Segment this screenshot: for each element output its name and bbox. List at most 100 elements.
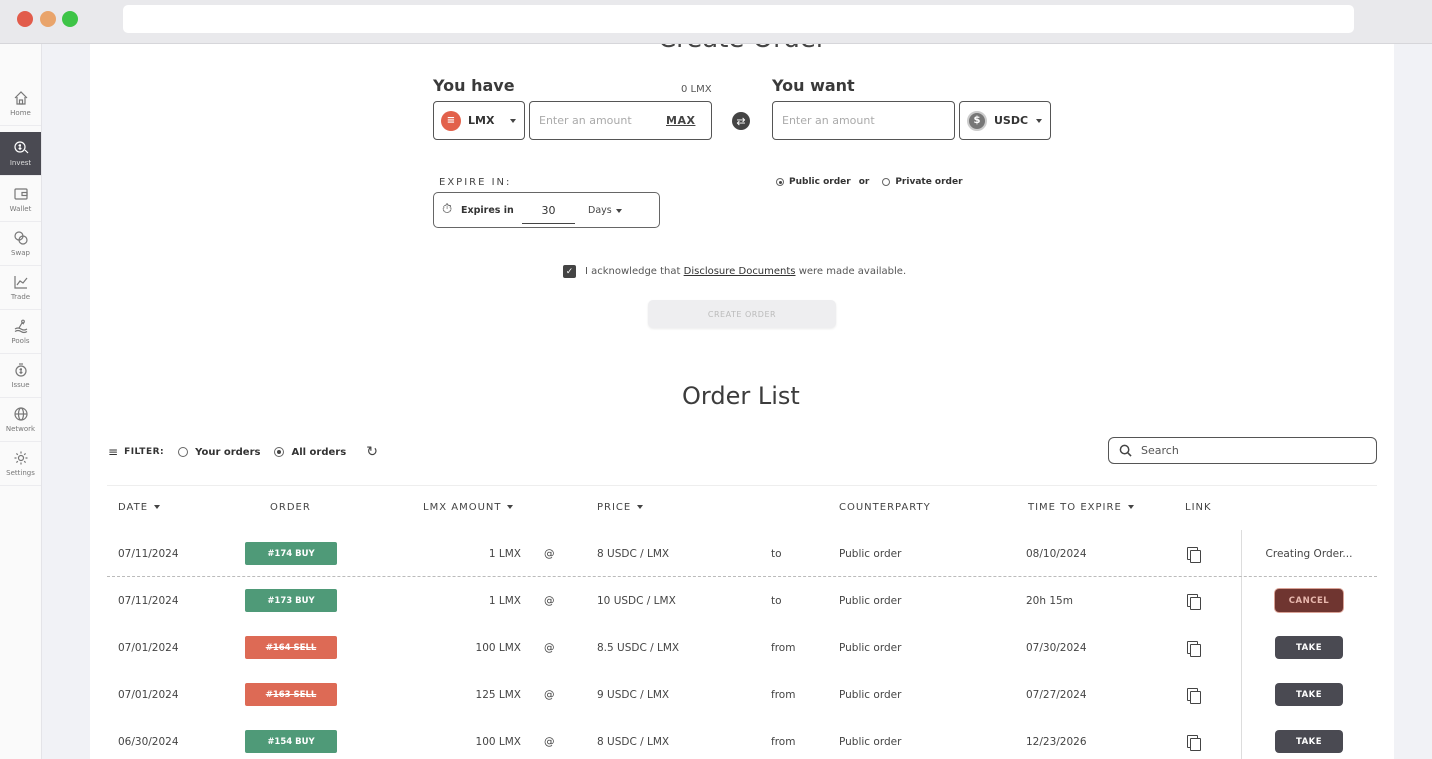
search-placeholder: Search (1141, 444, 1179, 457)
row-time-to-expire: 07/30/2024 (1026, 641, 1087, 654)
all-orders-radio[interactable] (274, 447, 285, 457)
row-order-cell: #174 BUY (245, 530, 337, 577)
search-icon (1119, 444, 1132, 457)
want-token-select[interactable]: $ USDC (959, 101, 1051, 140)
row-link-cell (1187, 577, 1201, 624)
row-link-cell (1187, 718, 1201, 759)
table-row: 07/01/2024 #164 SELL 100 LMX @8.5 USDC / LM… (107, 624, 1377, 671)
globe-icon (13, 407, 28, 421)
sidebar-item-issue[interactable]: Issue (0, 354, 41, 398)
column-header-order: ORDER (270, 502, 311, 513)
disclosure-documents-link[interactable]: Disclosure Documents (684, 266, 796, 277)
your-orders-radio[interactable] (178, 447, 189, 457)
order-badge[interactable]: #163 SELL (245, 683, 337, 706)
address-bar[interactable] (123, 5, 1354, 33)
row-amount: 1 LMX (488, 547, 521, 560)
cancel-button[interactable]: CANCEL (1275, 589, 1343, 612)
pools-icon (14, 319, 27, 334)
acknowledge-checkbox[interactable]: ✓ (563, 265, 576, 278)
order-badge[interactable]: #154 BUY (245, 730, 337, 753)
column-header-price[interactable]: PRICE (597, 502, 644, 513)
sidebar-item-wallet[interactable]: Wallet (0, 178, 41, 222)
swap-direction-button[interactable]: ⇄ (732, 112, 750, 130)
private-order-radio[interactable] (882, 178, 891, 186)
window-close-button[interactable] (17, 11, 33, 27)
all-orders-label: All orders (291, 446, 347, 458)
sidebar-item-label: Settings (6, 469, 35, 477)
sidebar-item-invest[interactable]: Invest (0, 132, 41, 176)
sidebar-item-pools[interactable]: Pools (0, 310, 41, 354)
window-minimize-button[interactable] (40, 11, 56, 27)
row-link-cell (1187, 671, 1201, 718)
order-visibility-group: Public order or Private order (776, 177, 963, 187)
balance-text: 0 LMX (681, 84, 712, 95)
row-order-cell: #154 BUY (245, 718, 337, 759)
chevron-down-icon (1036, 118, 1043, 123)
copy-icon[interactable] (1187, 640, 1201, 657)
refresh-icon[interactable]: ↻ (366, 444, 378, 460)
gear-icon (14, 451, 27, 465)
have-amount-input[interactable]: Enter an amount MAX (529, 101, 712, 140)
have-token-label: LMX (468, 114, 495, 127)
take-button[interactable]: TAKE (1275, 730, 1343, 753)
expires-unit-select[interactable]: Days (588, 205, 612, 216)
row-price: 8.5 USDC / LMX (597, 641, 680, 654)
sidebar-item-label: Wallet (9, 205, 32, 213)
column-header-expire[interactable]: TIME TO EXPIRE (1028, 502, 1134, 513)
row-action-cell: TAKE (1241, 671, 1377, 718)
you-want-label: You want (772, 76, 855, 95)
column-header-link: LINK (1185, 502, 1212, 513)
search-input[interactable]: Search (1108, 437, 1377, 464)
row-link-cell (1187, 624, 1201, 671)
row-amount: 1 LMX (488, 594, 521, 607)
usdc-token-icon: $ (967, 110, 987, 131)
row-price: 9 USDC / LMX (597, 688, 670, 701)
have-token-select[interactable]: ≡ LMX (433, 101, 525, 140)
your-orders-option[interactable]: Your orders (178, 447, 260, 458)
copy-icon[interactable] (1187, 687, 1201, 704)
order-badge[interactable]: #174 BUY (245, 542, 337, 565)
row-at-symbol: @ (544, 735, 555, 748)
column-header-amount[interactable]: LMX AMOUNT (423, 502, 514, 513)
sidebar-item-settings[interactable]: Settings (0, 442, 41, 486)
row-time-to-expire: 20h 15m (1026, 594, 1073, 607)
sort-caret-icon (507, 505, 514, 509)
public-order-radio[interactable] (776, 178, 784, 186)
create-order-button[interactable]: CREATE ORDER (648, 300, 836, 328)
take-button[interactable]: TAKE (1275, 683, 1343, 706)
table-row: 06/30/2024 #154 BUY 100 LMX @8 USDC / LMX fr… (107, 718, 1377, 759)
sidebar-item-label: Network (5, 425, 36, 433)
row-at-symbol: @ (544, 594, 555, 607)
copy-icon[interactable] (1187, 734, 1201, 751)
expires-value-input[interactable]: 30 (522, 198, 575, 224)
row-direction: to (771, 594, 782, 607)
sidebar-item-home[interactable]: Home (0, 82, 41, 126)
take-button[interactable]: TAKE (1275, 636, 1343, 659)
copy-icon[interactable] (1187, 546, 1201, 563)
copy-icon[interactable] (1187, 593, 1201, 610)
acknowledge-row: ✓ I acknowledge that Disclosure Document… (563, 265, 906, 278)
filter-icon: ≡ (108, 445, 119, 459)
sidebar-item-swap[interactable]: Swap (0, 222, 41, 266)
max-button[interactable]: MAX (666, 114, 695, 127)
table-row: 07/01/2024 #163 SELL 125 LMX @9 USDC / LMX f… (107, 671, 1377, 718)
column-header-counterparty: COUNTERPARTY (839, 502, 931, 513)
want-amount-input[interactable]: Enter an amount (772, 101, 955, 140)
window-maximize-button[interactable] (62, 11, 78, 27)
order-badge[interactable]: #173 BUY (245, 589, 337, 612)
sidebar-item-trade[interactable]: Trade (0, 266, 41, 310)
column-header-date[interactable]: DATE (118, 502, 161, 513)
row-direction: from (771, 735, 796, 748)
order-status-text: Creating Order... (1265, 547, 1353, 560)
row-price: 8 USDC / LMX (597, 547, 670, 560)
row-action-cell: TAKE (1241, 624, 1377, 671)
sidebar-item-network[interactable]: Network (0, 398, 41, 442)
price-header-label: PRICE (597, 502, 632, 513)
row-action-cell: CANCEL (1241, 577, 1377, 624)
trade-icon (13, 276, 27, 289)
order-badge[interactable]: #164 SELL (245, 636, 337, 659)
table-row: 07/11/2024 #173 BUY 1 LMX @10 USDC / LMX to P… (107, 577, 1377, 624)
check-icon: ✓ (565, 266, 574, 277)
row-price: 10 USDC / LMX (597, 594, 676, 607)
all-orders-option[interactable]: All orders (274, 447, 346, 458)
